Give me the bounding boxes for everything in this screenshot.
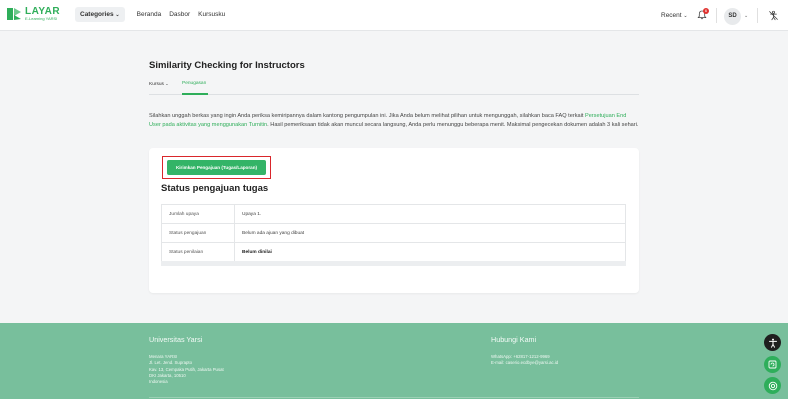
tab-kursus[interactable]: Kursus ⌄: [149, 81, 169, 87]
nav-beranda[interactable]: Beranda: [137, 11, 162, 18]
footer-contact-title: Hubungi Kami: [491, 335, 537, 344]
footer-university: Universitas Yarsi: [149, 335, 203, 344]
refresh-button[interactable]: [764, 356, 781, 373]
page-title: Similarity Checking for Instructors: [149, 60, 305, 71]
main-nav: Categories ⌄ Beranda Dasbor Kursusku: [75, 7, 225, 22]
avatar[interactable]: SD: [724, 8, 741, 25]
logo-subtitle: E-Learning YARSI: [25, 16, 58, 21]
nav-kursusku[interactable]: Kursusku: [198, 11, 225, 18]
site-logo[interactable]: LAYAR E-Learning YARSI: [6, 6, 60, 22]
chevron-down-icon: ⌄: [683, 13, 688, 19]
status-heading: Status pengajuan tugas: [161, 183, 269, 194]
intro-part-1: Silahkan unggah berkas yang ingin Anda p…: [149, 113, 585, 119]
categories-dropdown[interactable]: Categories ⌄: [75, 7, 125, 22]
help-button[interactable]: [764, 377, 781, 394]
submission-status-table: Jumlah upaya Upaya 1. Status pengajuan B…: [161, 204, 626, 263]
logo-icon: [7, 8, 21, 20]
active-tab-indicator: [182, 93, 208, 95]
recent-label: Recent: [661, 12, 682, 19]
table-row: Jumlah upaya Upaya 1.: [162, 205, 625, 224]
contact-email[interactable]: E-mail: caserio.ecdbye@yarsi.ac.id: [491, 360, 558, 366]
footer: [0, 323, 788, 399]
row-label: Status penilaian: [162, 243, 235, 262]
help-icon: [768, 381, 777, 390]
table-scrollbar[interactable]: [161, 261, 626, 266]
tab-penugasan[interactable]: Penugasan: [182, 81, 206, 86]
table-row: Status pengajuan Belum ada ajuan yang di…: [162, 224, 625, 243]
footer-divider: [149, 397, 639, 398]
secondary-nav: Kursus ⌄ Penugasan: [149, 81, 639, 95]
chevron-down-icon: ⌄: [115, 12, 120, 18]
intro-text: Silahkan unggah berkas yang ingin Anda p…: [149, 112, 639, 130]
row-label: Status pengajuan: [162, 224, 235, 242]
categories-label: Categories: [80, 11, 114, 18]
address-line: Kav. 13, Cempaka Putih, Jakarta Pusat: [149, 366, 224, 372]
row-value: Belum ada ajuan yang dibuat: [242, 230, 305, 236]
row-label: Jumlah upaya: [162, 205, 235, 223]
row-value: Belum dinilai: [242, 250, 272, 255]
refresh-icon: [768, 360, 777, 369]
divider: [757, 8, 758, 23]
intro-part-2: . Hasil pemeriksaan tidak akan muncul se…: [267, 121, 639, 128]
notification-badge: 6: [703, 8, 709, 14]
footer-address: Menara YARSI Jl. Let. Jend. Suprapto Kav…: [149, 354, 224, 385]
submit-assignment-button[interactable]: Kirimkan Pengajuan (Tugas/Laporan): [167, 160, 266, 175]
divider: [716, 8, 717, 23]
table-row: Status penilaian Belum dinilai: [162, 243, 625, 262]
accessibility-toggle-icon[interactable]: [768, 10, 779, 21]
accessibility-button[interactable]: [764, 334, 781, 351]
accessibility-icon: [768, 338, 777, 348]
recent-dropdown[interactable]: Recent ⌄: [661, 12, 688, 19]
chevron-down-icon[interactable]: ⌄: [744, 13, 748, 19]
chevron-down-icon: ⌄: [165, 81, 169, 86]
tab-kursus-label: Kursus: [149, 82, 164, 87]
row-value: Upaya 1.: [242, 211, 262, 217]
nav-dasbor[interactable]: Dasbor: [169, 11, 190, 18]
footer-contact: WhatsApp: +62817-1212-9969 E-mail: caser…: [491, 354, 558, 367]
address-line: Indonesia: [149, 379, 168, 385]
